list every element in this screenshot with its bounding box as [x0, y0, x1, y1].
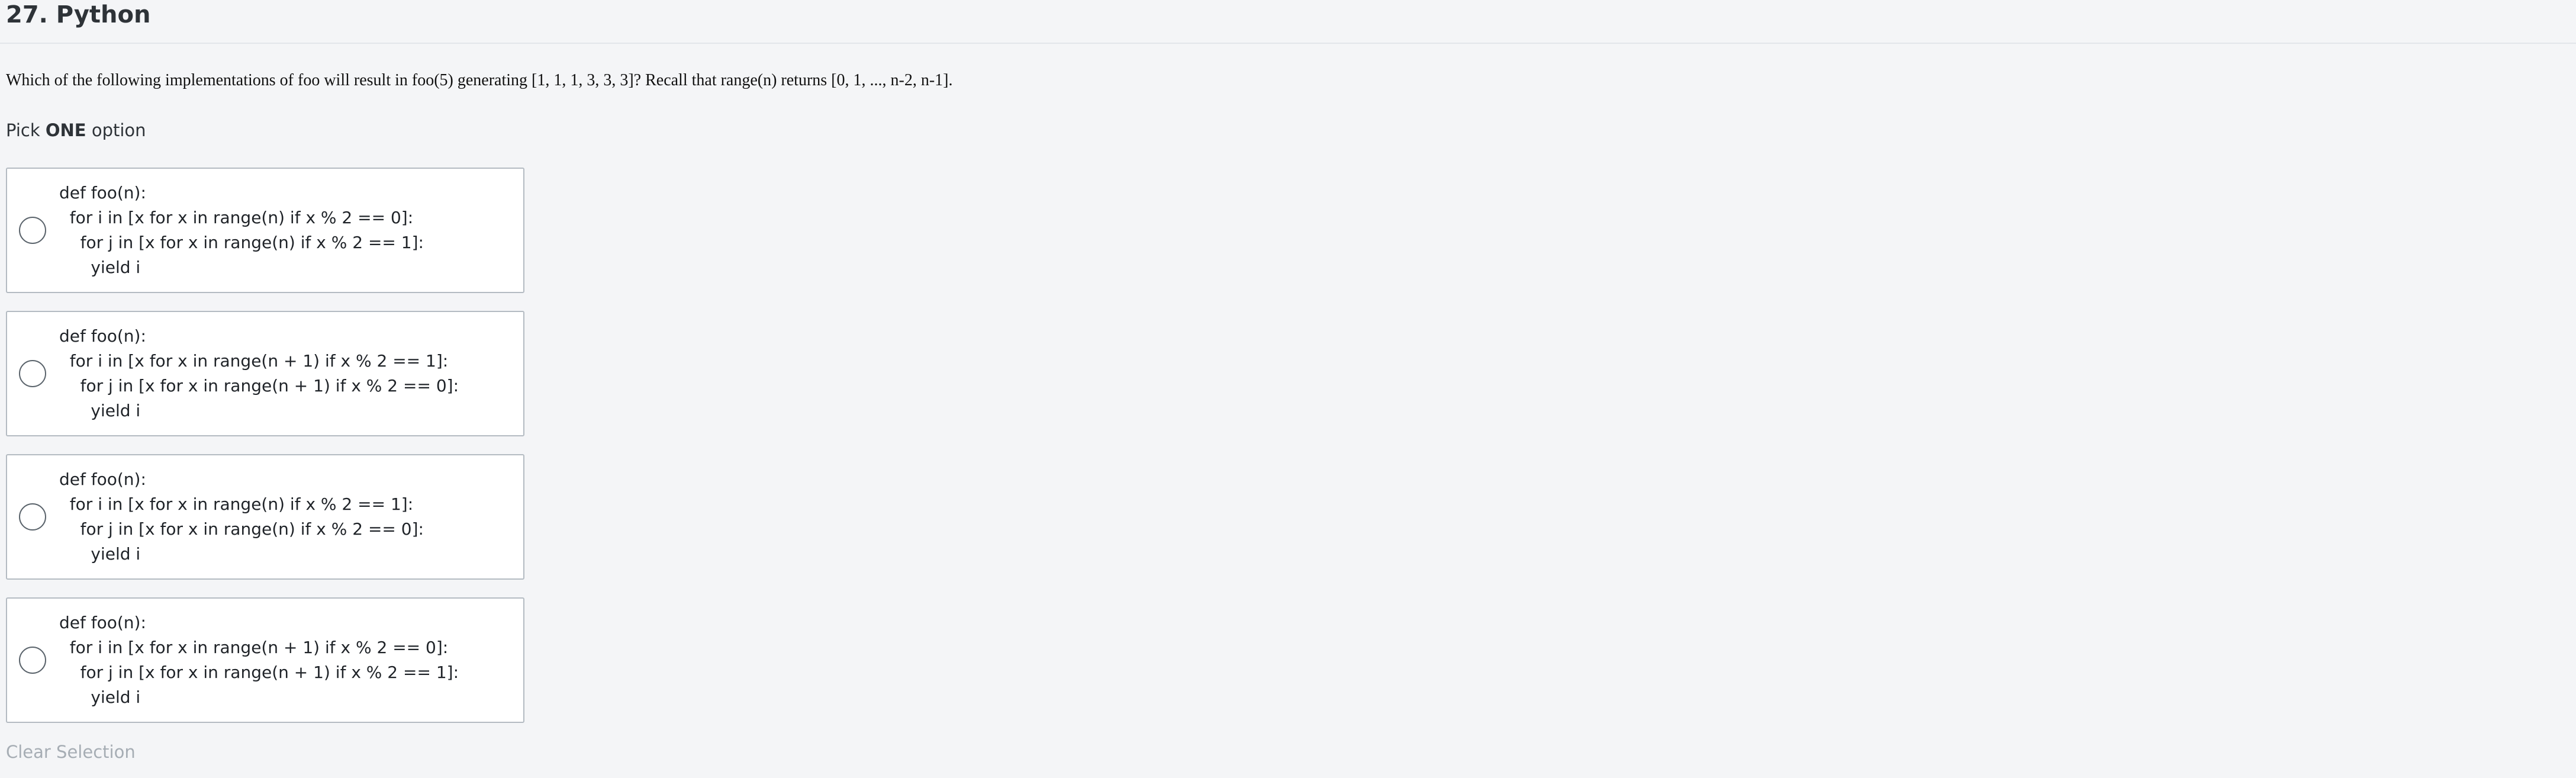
code-line: yield i	[59, 687, 141, 707]
pick-prefix: Pick	[6, 120, 46, 140]
answer-option-3[interactable]: def foo(n): for i in [x for x in range(n…	[6, 454, 524, 580]
code-line: for i in [x for x in range(n + 1) if x %…	[59, 351, 449, 371]
pick-suffix: option	[86, 120, 146, 140]
radio-button[interactable]	[19, 503, 46, 531]
code-line: yield i	[59, 544, 141, 564]
option-code: def foo(n): for i in [x for x in range(n…	[59, 610, 459, 710]
radio-button[interactable]	[19, 647, 46, 674]
code-line: for i in [x for x in range(n) if x % 2 =…	[59, 494, 414, 514]
code-line: def foo(n):	[59, 470, 146, 489]
code-line: for j in [x for x in range(n) if x % 2 =…	[59, 519, 424, 539]
answer-option-1[interactable]: def foo(n): for i in [x for x in range(n…	[6, 168, 524, 293]
option-code: def foo(n): for i in [x for x in range(n…	[59, 324, 459, 423]
option-code: def foo(n): for i in [x for x in range(n…	[59, 467, 424, 567]
code-line: def foo(n):	[59, 326, 146, 346]
code-line: for i in [x for x in range(n) if x % 2 =…	[59, 208, 414, 227]
code-line: def foo(n):	[59, 613, 146, 632]
page-header: 27. Python	[0, 0, 2576, 44]
code-line: for i in [x for x in range(n + 1) if x %…	[59, 638, 449, 657]
code-line: def foo(n):	[59, 183, 146, 202]
pick-instruction: Pick ONE option	[6, 118, 146, 142]
code-line: for j in [x for x in range(n) if x % 2 =…	[59, 233, 424, 252]
page-title: 27. Python	[6, 1, 151, 28]
code-line: for j in [x for x in range(n + 1) if x %…	[59, 376, 459, 396]
answer-option-2[interactable]: def foo(n): for i in [x for x in range(n…	[6, 311, 524, 436]
radio-button[interactable]	[19, 360, 46, 387]
clear-selection-link[interactable]: Clear Selection	[6, 740, 136, 764]
radio-button[interactable]	[19, 217, 46, 244]
option-code: def foo(n): for i in [x for x in range(n…	[59, 181, 424, 280]
code-line: yield i	[59, 258, 141, 277]
question-text: Which of the following implementations o…	[6, 71, 953, 89]
code-line: yield i	[59, 401, 141, 420]
pick-emphasis: ONE	[45, 120, 86, 140]
answer-option-4[interactable]: def foo(n): for i in [x for x in range(n…	[6, 597, 524, 723]
code-line: for j in [x for x in range(n + 1) if x %…	[59, 663, 459, 682]
